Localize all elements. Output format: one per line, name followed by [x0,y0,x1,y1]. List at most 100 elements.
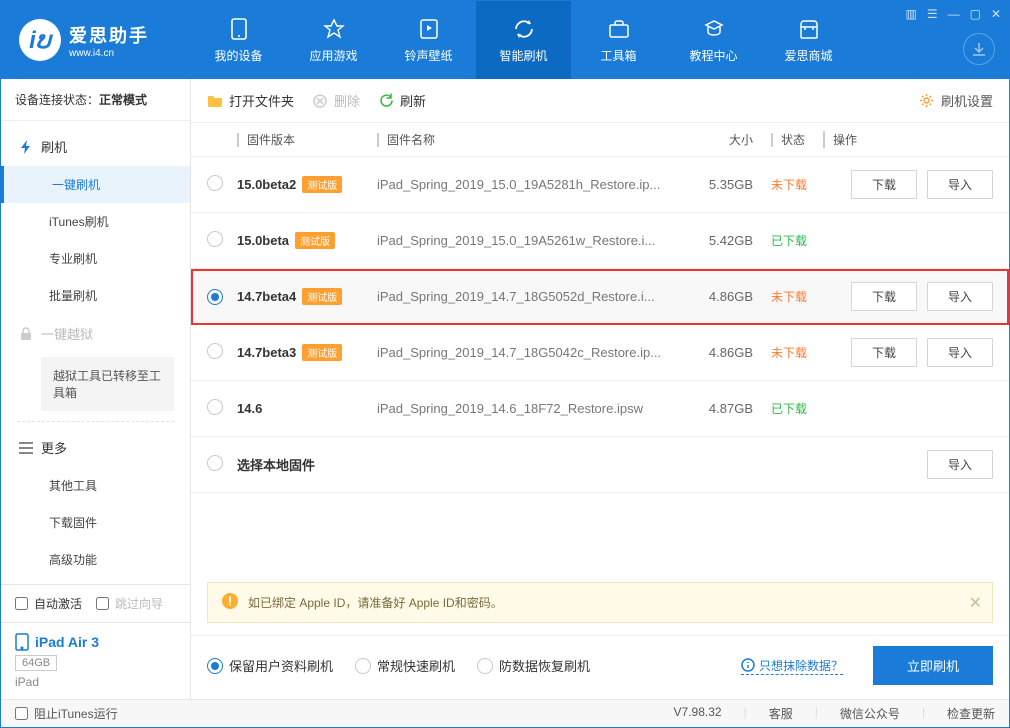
firmware-version: 14.7beta3测试版 [237,344,377,361]
menu-icon[interactable]: ☰ [927,7,938,21]
download-button[interactable]: 下载 [851,170,917,199]
sidebar-item-itunes-flash[interactable]: iTunes刷机 [49,203,190,240]
main-nav: 我的设备应用游戏铃声壁纸智能刷机工具箱教程中心爱思商城 [191,1,1009,79]
table-header: 固件版本 固件名称 大小 状态 操作 [191,123,1009,157]
import-button[interactable]: 导入 [927,450,993,479]
skip-guide-checkbox[interactable]: 跳过向导 [96,595,163,612]
device-name[interactable]: iPad Air 3 [15,633,176,651]
jailbreak-notice[interactable]: 越狱工具已转移至工具箱 [41,357,174,411]
nav-tut[interactable]: 教程中心 [666,1,761,79]
firmware-row[interactable]: 14.7beta3测试版iPad_Spring_2019_14.7_18G504… [191,325,1009,381]
firmware-version: 15.0beta测试版 [237,232,377,249]
wechat-link[interactable]: 微信公众号 [840,705,900,722]
flash-icon [19,140,33,154]
download-manager-button[interactable] [963,33,995,65]
wipe-data-link[interactable]: 只想抹除数据？ [741,657,843,675]
flash-settings-button[interactable]: 刷机设置 [919,91,993,110]
sidebar: 设备连接状态：正常模式 刷机 一键刷机 iTunes刷机 专业刷机 批量刷机 一… [1,79,191,699]
firmware-version: 选择本地固件 [237,455,377,474]
firmware-status: 未下载 [753,288,823,305]
list-icon [19,441,33,455]
lock-icon [19,327,33,341]
firmware-size: 5.35GB [683,177,753,192]
sidebar-item-other-tools[interactable]: 其他工具 [49,467,190,504]
firmware-size: 5.42GB [683,233,753,248]
firmware-row[interactable]: 15.0beta测试版iPad_Spring_2019_15.0_19A5261… [191,213,1009,269]
delete-button[interactable]: 删除 [312,91,360,110]
cart-icon[interactable]: ▥ [905,7,916,21]
firmware-name: iPad_Spring_2019_14.6_18F72_Restore.ipsw [377,401,683,416]
download-button[interactable]: 下载 [851,282,917,311]
sidebar-item-download-fw[interactable]: 下载固件 [49,504,190,541]
firmware-name: iPad_Spring_2019_15.0_19A5261w_Restore.i… [377,233,683,248]
row-radio[interactable] [207,343,223,359]
firmware-row[interactable]: 15.0beta2测试版iPad_Spring_2019_15.0_19A528… [191,157,1009,213]
group-jailbreak[interactable]: 一键越狱 [1,314,190,353]
block-itunes-checkbox[interactable]: 阻止iTunes运行 [15,705,118,722]
nav-device[interactable]: 我的设备 [191,1,286,79]
firmware-row[interactable]: 选择本地固件 导入 [191,437,1009,493]
app-tagline: www.i4.cn [69,48,149,59]
row-radio[interactable] [207,399,223,415]
connection-status: 设备连接状态：正常模式 [1,79,190,121]
device-type: iPad [15,675,176,689]
apple-id-banner: 如已绑定 Apple ID，请准备好 Apple ID和密码。 ✕ [207,582,993,623]
firmware-name: iPad_Spring_2019_15.0_19A5281h_Restore.i… [377,177,683,192]
group-flash[interactable]: 刷机 [1,127,190,166]
sidebar-item-pro-flash[interactable]: 专业刷机 [49,240,190,277]
folder-icon [207,93,223,109]
minimize-icon[interactable]: — [948,7,960,21]
nav-tools[interactable]: 工具箱 [571,1,666,79]
row-radio[interactable] [207,455,223,471]
firmware-table: 15.0beta2测试版iPad_Spring_2019_15.0_19A528… [191,157,1009,493]
firmware-row[interactable]: 14.7beta4测试版iPad_Spring_2019_14.7_18G505… [191,269,1009,325]
nav-apps[interactable]: 应用游戏 [286,1,381,79]
download-button[interactable]: 下载 [851,338,917,367]
window-controls: ▥ ☰ — ▢ ✕ [905,7,1001,21]
firmware-status: 未下载 [753,176,823,193]
check-update-link[interactable]: 检查更新 [947,705,995,722]
group-more[interactable]: 更多 [1,428,190,467]
sidebar-item-advanced[interactable]: 高级功能 [49,541,190,578]
logo-icon: iບ [19,19,61,61]
main-content: 打开文件夹 删除 刷新 刷机设置 固件版本 固件名称 大小 状态 操作 15.0… [191,79,1009,699]
option-anti-recovery[interactable]: 防数据恢复刷机 [477,656,590,675]
refresh-icon [378,93,394,109]
firmware-status: 已下载 [753,400,823,417]
import-button[interactable]: 导入 [927,282,993,311]
row-radio[interactable] [207,231,223,247]
option-quick-flash[interactable]: 常规快速刷机 [355,656,455,675]
auto-activate-checkbox[interactable]: 自动激活 [15,595,82,612]
customer-service-link[interactable]: 客服 [769,705,793,722]
sidebar-item-batch-flash[interactable]: 批量刷机 [49,277,190,314]
app-logo: iບ 爱思助手 www.i4.cn [1,19,191,61]
open-folder-button[interactable]: 打开文件夹 [207,91,294,110]
sidebar-item-oneclick-flash[interactable]: 一键刷机 [1,166,190,203]
firmware-size: 4.86GB [683,289,753,304]
nav-flash[interactable]: 智能刷机 [476,1,571,79]
import-button[interactable]: 导入 [927,338,993,367]
warning-icon [222,593,238,612]
version-label: V7.98.32 [674,705,722,722]
gear-icon [919,93,935,109]
maximize-icon[interactable]: ▢ [970,7,981,21]
nav-rings[interactable]: 铃声壁纸 [381,1,476,79]
option-keep-data[interactable]: 保留用户资料刷机 [207,656,333,675]
row-radio[interactable] [207,175,223,191]
flash-options: 保留用户资料刷机 常规快速刷机 防数据恢复刷机 只想抹除数据？ 立即刷机 [191,635,1009,699]
row-radio[interactable] [207,289,223,305]
delete-icon [312,93,328,109]
firmware-version: 14.7beta4测试版 [237,288,377,305]
nav-mall[interactable]: 爱思商城 [761,1,856,79]
firmware-version: 14.6 [237,401,377,416]
flash-now-button[interactable]: 立即刷机 [873,646,993,685]
firmware-row[interactable]: 14.6iPad_Spring_2019_14.6_18F72_Restore.… [191,381,1009,437]
close-icon[interactable]: ✕ [991,7,1001,21]
close-banner-icon[interactable]: ✕ [969,593,982,613]
toolbar: 打开文件夹 删除 刷新 刷机设置 [191,79,1009,123]
firmware-status: 未下载 [753,344,823,361]
import-button[interactable]: 导入 [927,170,993,199]
status-bar: 阻止iTunes运行 V7.98.32| 客服| 微信公众号| 检查更新 [1,699,1009,727]
firmware-version: 15.0beta2测试版 [237,176,377,193]
refresh-button[interactable]: 刷新 [378,91,426,110]
